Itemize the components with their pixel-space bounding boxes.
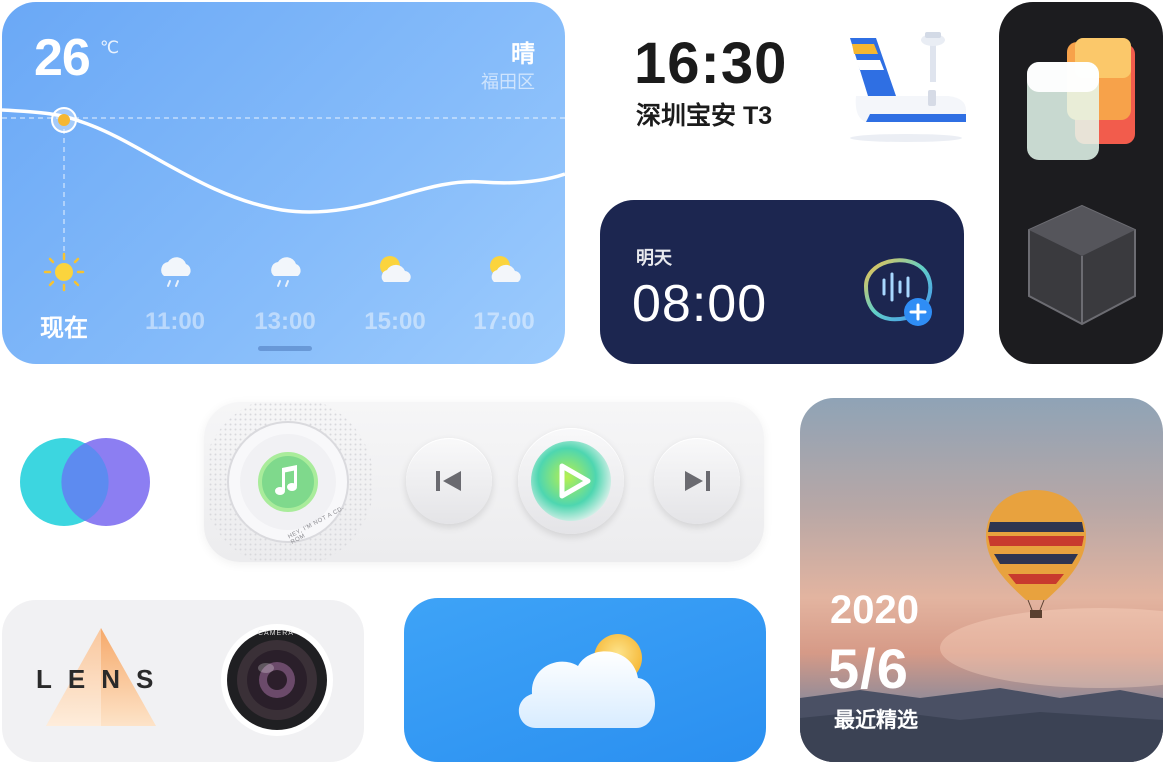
play-icon <box>531 441 611 521</box>
rain-cloud-icon <box>161 257 191 287</box>
photo-year: 2020 <box>830 588 919 632</box>
forecast-hour: 15:00 <box>364 308 426 335</box>
previous-button[interactable] <box>406 438 492 524</box>
rain-cloud-icon <box>271 257 301 287</box>
music-disc[interactable] <box>226 420 350 544</box>
glass-cube-icon <box>1028 204 1136 326</box>
weather-icon-widget[interactable] <box>404 598 766 762</box>
sun-cloud-icon <box>518 634 655 728</box>
lens-wordmark: LENS <box>36 664 170 694</box>
temperature-unit: ℃ <box>100 38 120 57</box>
layered-blocks-icon <box>1027 38 1135 160</box>
hot-air-balloon <box>986 490 1086 618</box>
forecast-hour: 17:00 <box>473 308 535 335</box>
current-temperature: 26 <box>34 29 91 87</box>
airplane-tower-icon <box>850 32 966 142</box>
next-button[interactable] <box>654 438 740 524</box>
alarm-day: 明天 <box>636 248 672 268</box>
weather-widget[interactable]: 26 ℃ 晴 福田区 现在 11:00 13:00 15:00 17:00 <box>2 2 565 364</box>
overlap-circles-icon[interactable] <box>18 436 152 528</box>
music-player-widget[interactable]: HEY, I'M NOT A CD-ROM <box>204 402 764 562</box>
flight-time: 16:30 <box>634 31 788 96</box>
partly-cloudy-icon <box>380 256 411 282</box>
skip-previous-icon <box>436 471 461 491</box>
skip-next-icon <box>685 471 710 491</box>
play-button[interactable] <box>518 428 624 534</box>
alarm-time: 08:00 <box>632 275 768 333</box>
photo-caption: 最近精选 <box>834 709 918 732</box>
camera-lens-icon[interactable] <box>218 620 336 740</box>
forecast-hour-now: 现在 <box>40 315 88 342</box>
dark-3d-widget[interactable] <box>999 2 1163 364</box>
photo-date: 5/6 <box>828 637 909 700</box>
camera-label: CAMERA <box>258 630 294 637</box>
partly-cloudy-icon <box>490 256 521 282</box>
voice-assistant-icon[interactable] <box>848 246 944 342</box>
flight-airport: 深圳宝安 T3 <box>636 102 773 130</box>
sun-icon <box>43 252 85 292</box>
alarm-widget[interactable]: 明天 08:00 <box>600 200 964 364</box>
page-indicator[interactable] <box>258 346 312 351</box>
weather-condition: 晴 <box>511 41 535 68</box>
forecast-hour: 11:00 <box>144 308 206 335</box>
forecast-hour: 13:00 <box>254 308 316 335</box>
weather-location: 福田区 <box>481 72 535 92</box>
photo-widget[interactable]: 2020 5/6 最近精选 <box>800 398 1163 762</box>
